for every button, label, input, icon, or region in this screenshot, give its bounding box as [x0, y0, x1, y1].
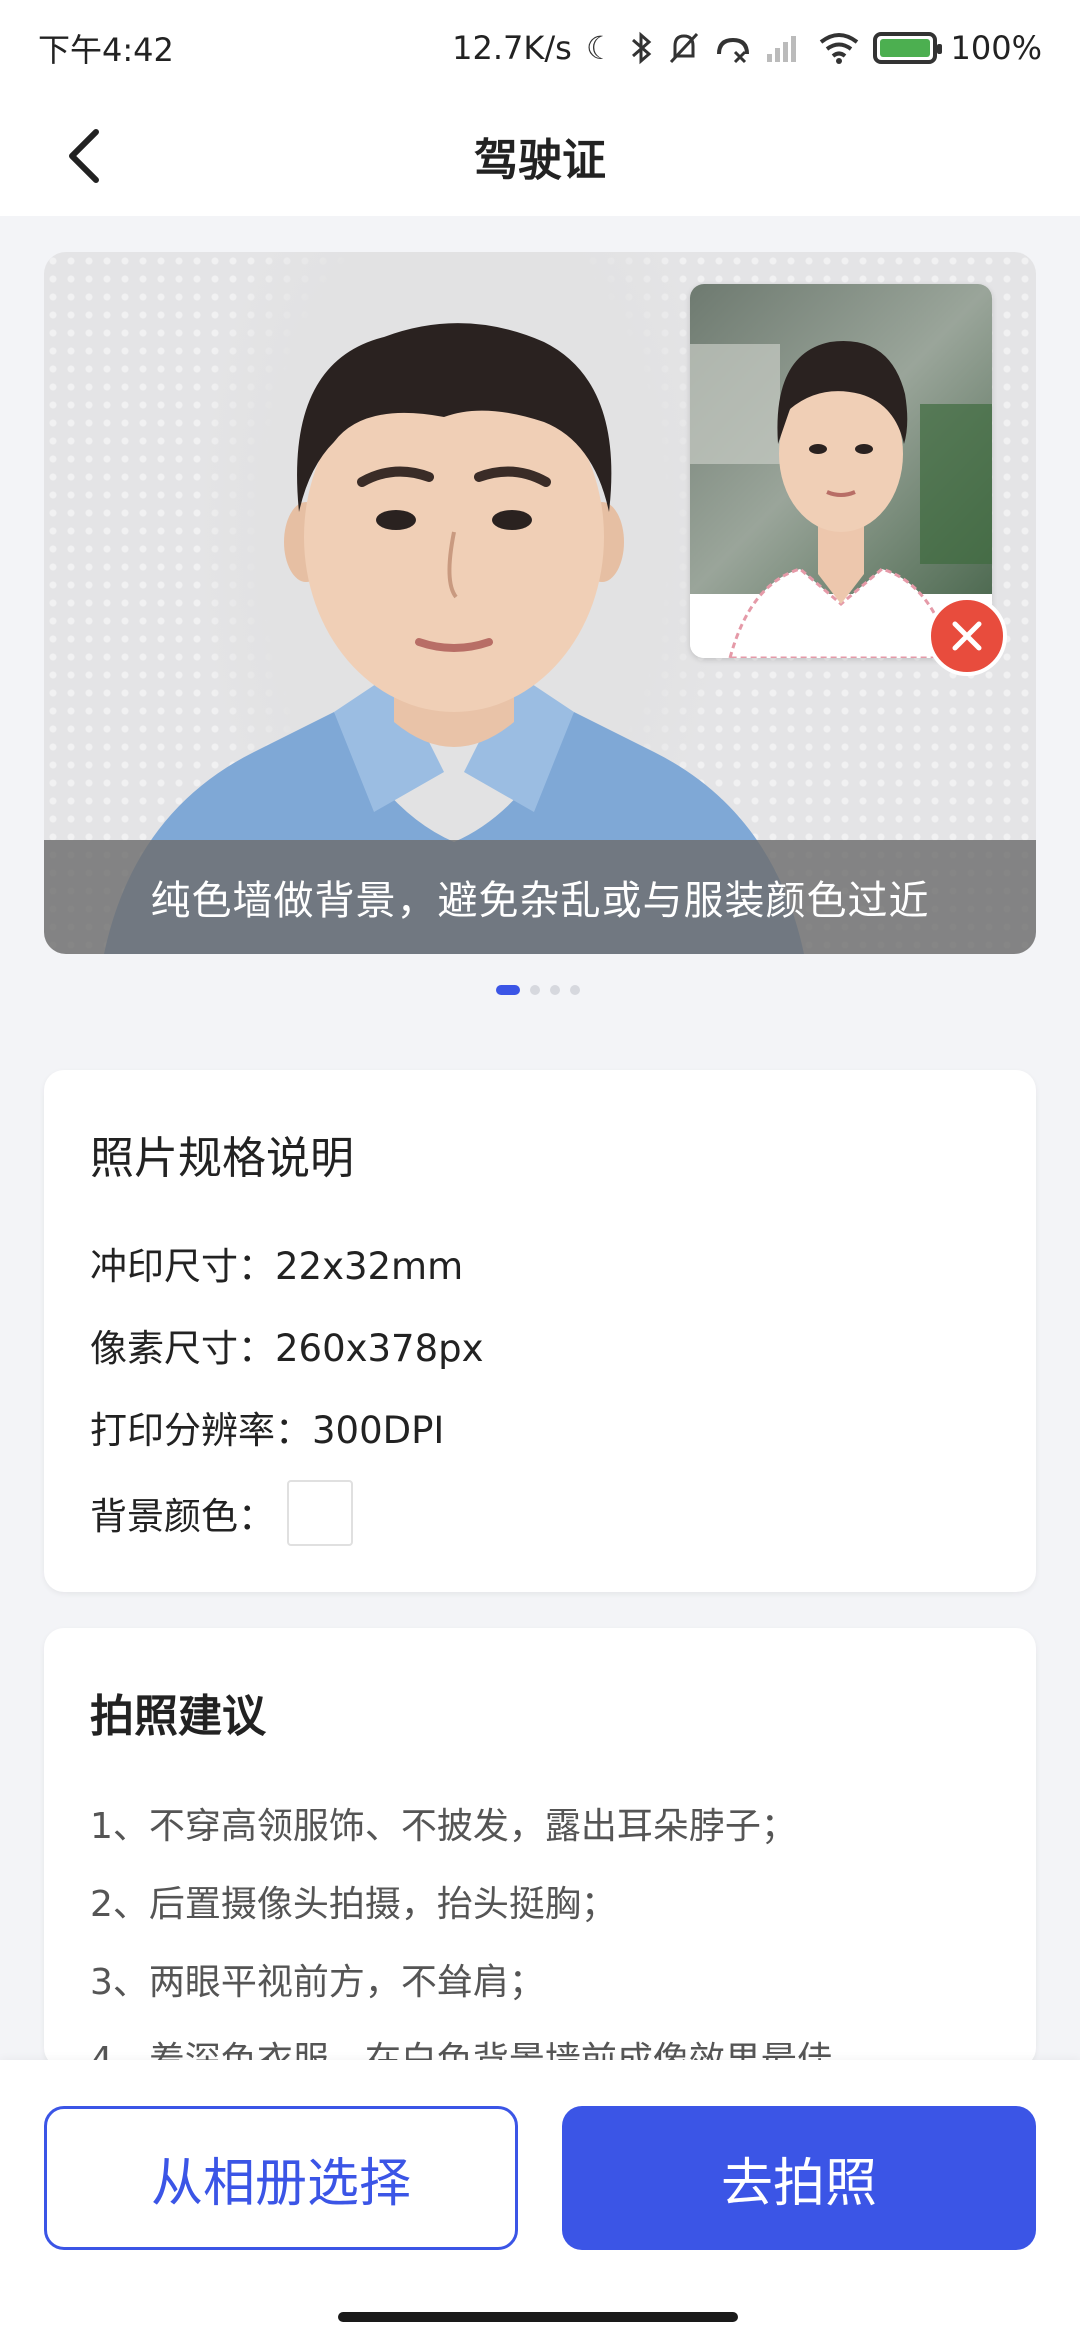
indicator-dot	[570, 985, 580, 995]
pixel-size-row: 像素尺寸：260x378px	[90, 1327, 484, 1370]
page-title: 驾驶证	[474, 135, 606, 186]
indicator-dot	[550, 985, 560, 995]
status-bar: 下午4:42 12.7K/s ☾ 100%	[0, 0, 1080, 96]
bg-color-swatch	[287, 1480, 353, 1546]
network-speed: 12.7K/s	[452, 29, 572, 67]
nav-bar: 驾驶证	[0, 96, 1080, 216]
tip-item: 2、后置摄像头拍摄，抬头挺胸；	[90, 1884, 617, 1925]
bluetooth-icon	[629, 28, 653, 68]
error-badge	[927, 596, 1007, 676]
chevron-left-icon	[69, 129, 99, 183]
battery-icon	[872, 32, 942, 64]
battery-percent: 100%	[950, 29, 1042, 67]
indicator-dot-active	[496, 985, 520, 995]
status-time: 下午4:42	[38, 31, 174, 69]
spec-card-title: 照片规格说明	[90, 1133, 354, 1184]
back-button[interactable]	[50, 122, 118, 190]
signal-icon	[765, 28, 805, 68]
take-photo-button[interactable]: 去拍照	[562, 2106, 1036, 2250]
bg-color-label: 背景颜色：	[90, 1495, 275, 1538]
choose-from-album-button[interactable]: 从相册选择	[44, 2106, 518, 2250]
call-off-icon	[715, 28, 751, 68]
banner-caption: 纯色墙做背景，避免杂乱或与服装颜色过近	[44, 840, 1036, 954]
bg-color-row: 背景颜色：	[90, 1468, 990, 1558]
tips-card-title: 拍照建议	[90, 1691, 266, 1742]
tip-item: 1、不穿高领服饰、不披发，露出耳朵脖子；	[90, 1806, 797, 1847]
print-size-row: 冲印尺寸：22x32mm	[90, 1245, 464, 1288]
close-icon	[952, 621, 982, 651]
banner-page-indicator	[496, 984, 580, 996]
moon-icon: ☾	[585, 29, 615, 67]
bell-off-icon	[667, 28, 701, 68]
status-icons: 12.7K/s ☾ 100%	[452, 28, 1042, 68]
bottom-action-bar: 从相册选择 去拍照	[0, 2060, 1080, 2340]
print-dpi-row: 打印分辨率：300DPI	[90, 1409, 445, 1452]
indicator-dot	[530, 985, 540, 995]
wifi-icon	[819, 28, 859, 68]
photo-spec-card: 照片规格说明 冲印尺寸：22x32mm 像素尺寸：260x378px 打印分辨率…	[44, 1070, 1036, 1592]
home-indicator[interactable]	[338, 2312, 738, 2322]
tip-item: 3、两眼平视前方，不耸肩；	[90, 1962, 545, 2003]
photo-tips-card: 拍照建议 1、不穿高领服饰、不披发，露出耳朵脖子； 2、后置摄像头拍摄，抬头挺胸…	[44, 1628, 1036, 2068]
example-banner[interactable]: 纯色墙做背景，避免杂乱或与服装颜色过近	[44, 252, 1036, 954]
